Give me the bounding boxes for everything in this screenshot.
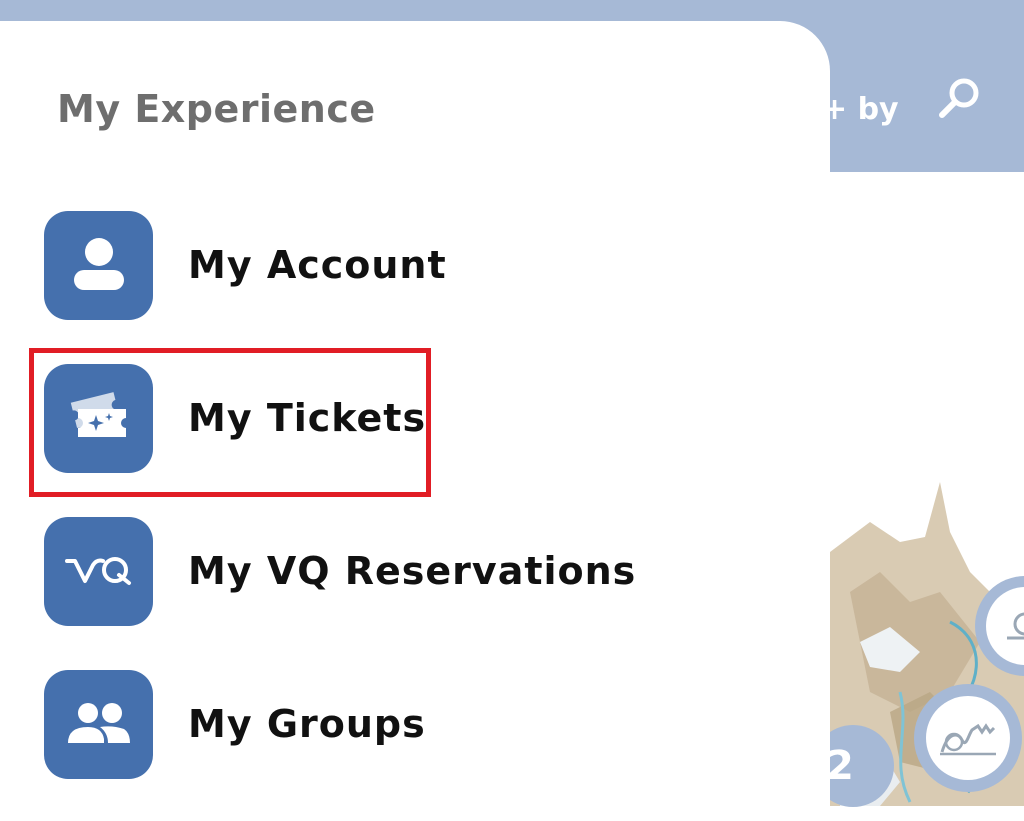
map-ride-marker[interactable] — [914, 684, 1022, 792]
menu-item-label: My Account — [188, 243, 447, 287]
menu-item-label: My VQ Reservations — [188, 549, 637, 593]
search-button[interactable] — [934, 72, 986, 124]
menu-item-label: My Tickets — [188, 396, 427, 440]
drawer-title: My Experience — [57, 87, 376, 131]
menu-item-my-account[interactable]: My Account — [44, 210, 744, 320]
vq-icon — [44, 516, 153, 626]
menu-item-label: My Groups — [188, 702, 426, 746]
tickets-icon — [44, 363, 153, 473]
search-icon — [939, 78, 979, 118]
coaster-icon — [1007, 612, 1024, 640]
menu-item-my-vq-reservations[interactable]: My VQ Reservations — [44, 516, 744, 626]
groups-icon — [44, 669, 153, 779]
menu-item-my-tickets[interactable]: My Tickets — [44, 363, 744, 473]
park-map[interactable] — [830, 172, 1024, 806]
menu-item-my-groups[interactable]: My Groups — [44, 669, 744, 779]
coaster-icon — [940, 723, 996, 756]
header-partial-text: + by — [822, 92, 899, 127]
account-icon — [44, 210, 153, 320]
